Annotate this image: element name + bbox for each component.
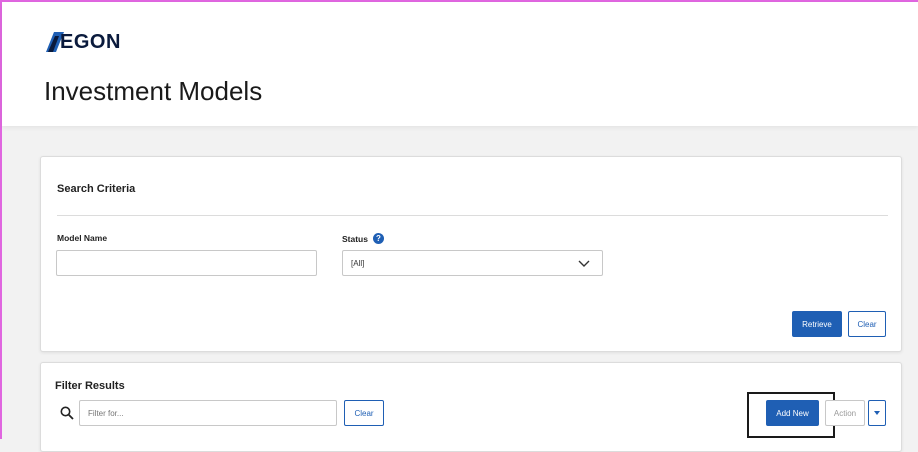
- action-button[interactable]: Action: [825, 400, 865, 426]
- page-title: Investment Models: [44, 76, 263, 106]
- logo-text: EGON: [60, 30, 121, 53]
- add-new-button[interactable]: Add New: [766, 400, 819, 426]
- search-criteria-card: Search Criteria Model Name Status ? [All…: [40, 156, 902, 352]
- search-icon: [55, 400, 79, 426]
- clear-filter-button[interactable]: Clear: [344, 400, 384, 426]
- status-label: Status ?: [342, 233, 384, 244]
- section-divider: [57, 215, 888, 216]
- retrieve-button[interactable]: Retrieve: [792, 311, 842, 337]
- status-selected-value: [All]: [351, 258, 365, 268]
- status-select[interactable]: [All]: [342, 250, 603, 276]
- action-dropdown-toggle[interactable]: [868, 400, 886, 426]
- clear-search-button[interactable]: Clear: [848, 311, 886, 337]
- search-icon-glyph: [60, 406, 74, 420]
- filter-input[interactable]: [79, 400, 337, 426]
- filter-results-title: Filter Results: [55, 380, 125, 392]
- model-name-input[interactable]: [56, 250, 317, 276]
- search-criteria-title: Search Criteria: [57, 183, 136, 195]
- help-circle-icon[interactable]: ?: [372, 233, 384, 244]
- aegon-logo[interactable]: EGON: [44, 28, 121, 56]
- page-header: EGON Investment Models: [2, 2, 918, 126]
- chevron-down-icon: [578, 260, 590, 267]
- caret-down-icon: [874, 411, 880, 415]
- model-name-label: Model Name: [57, 233, 108, 243]
